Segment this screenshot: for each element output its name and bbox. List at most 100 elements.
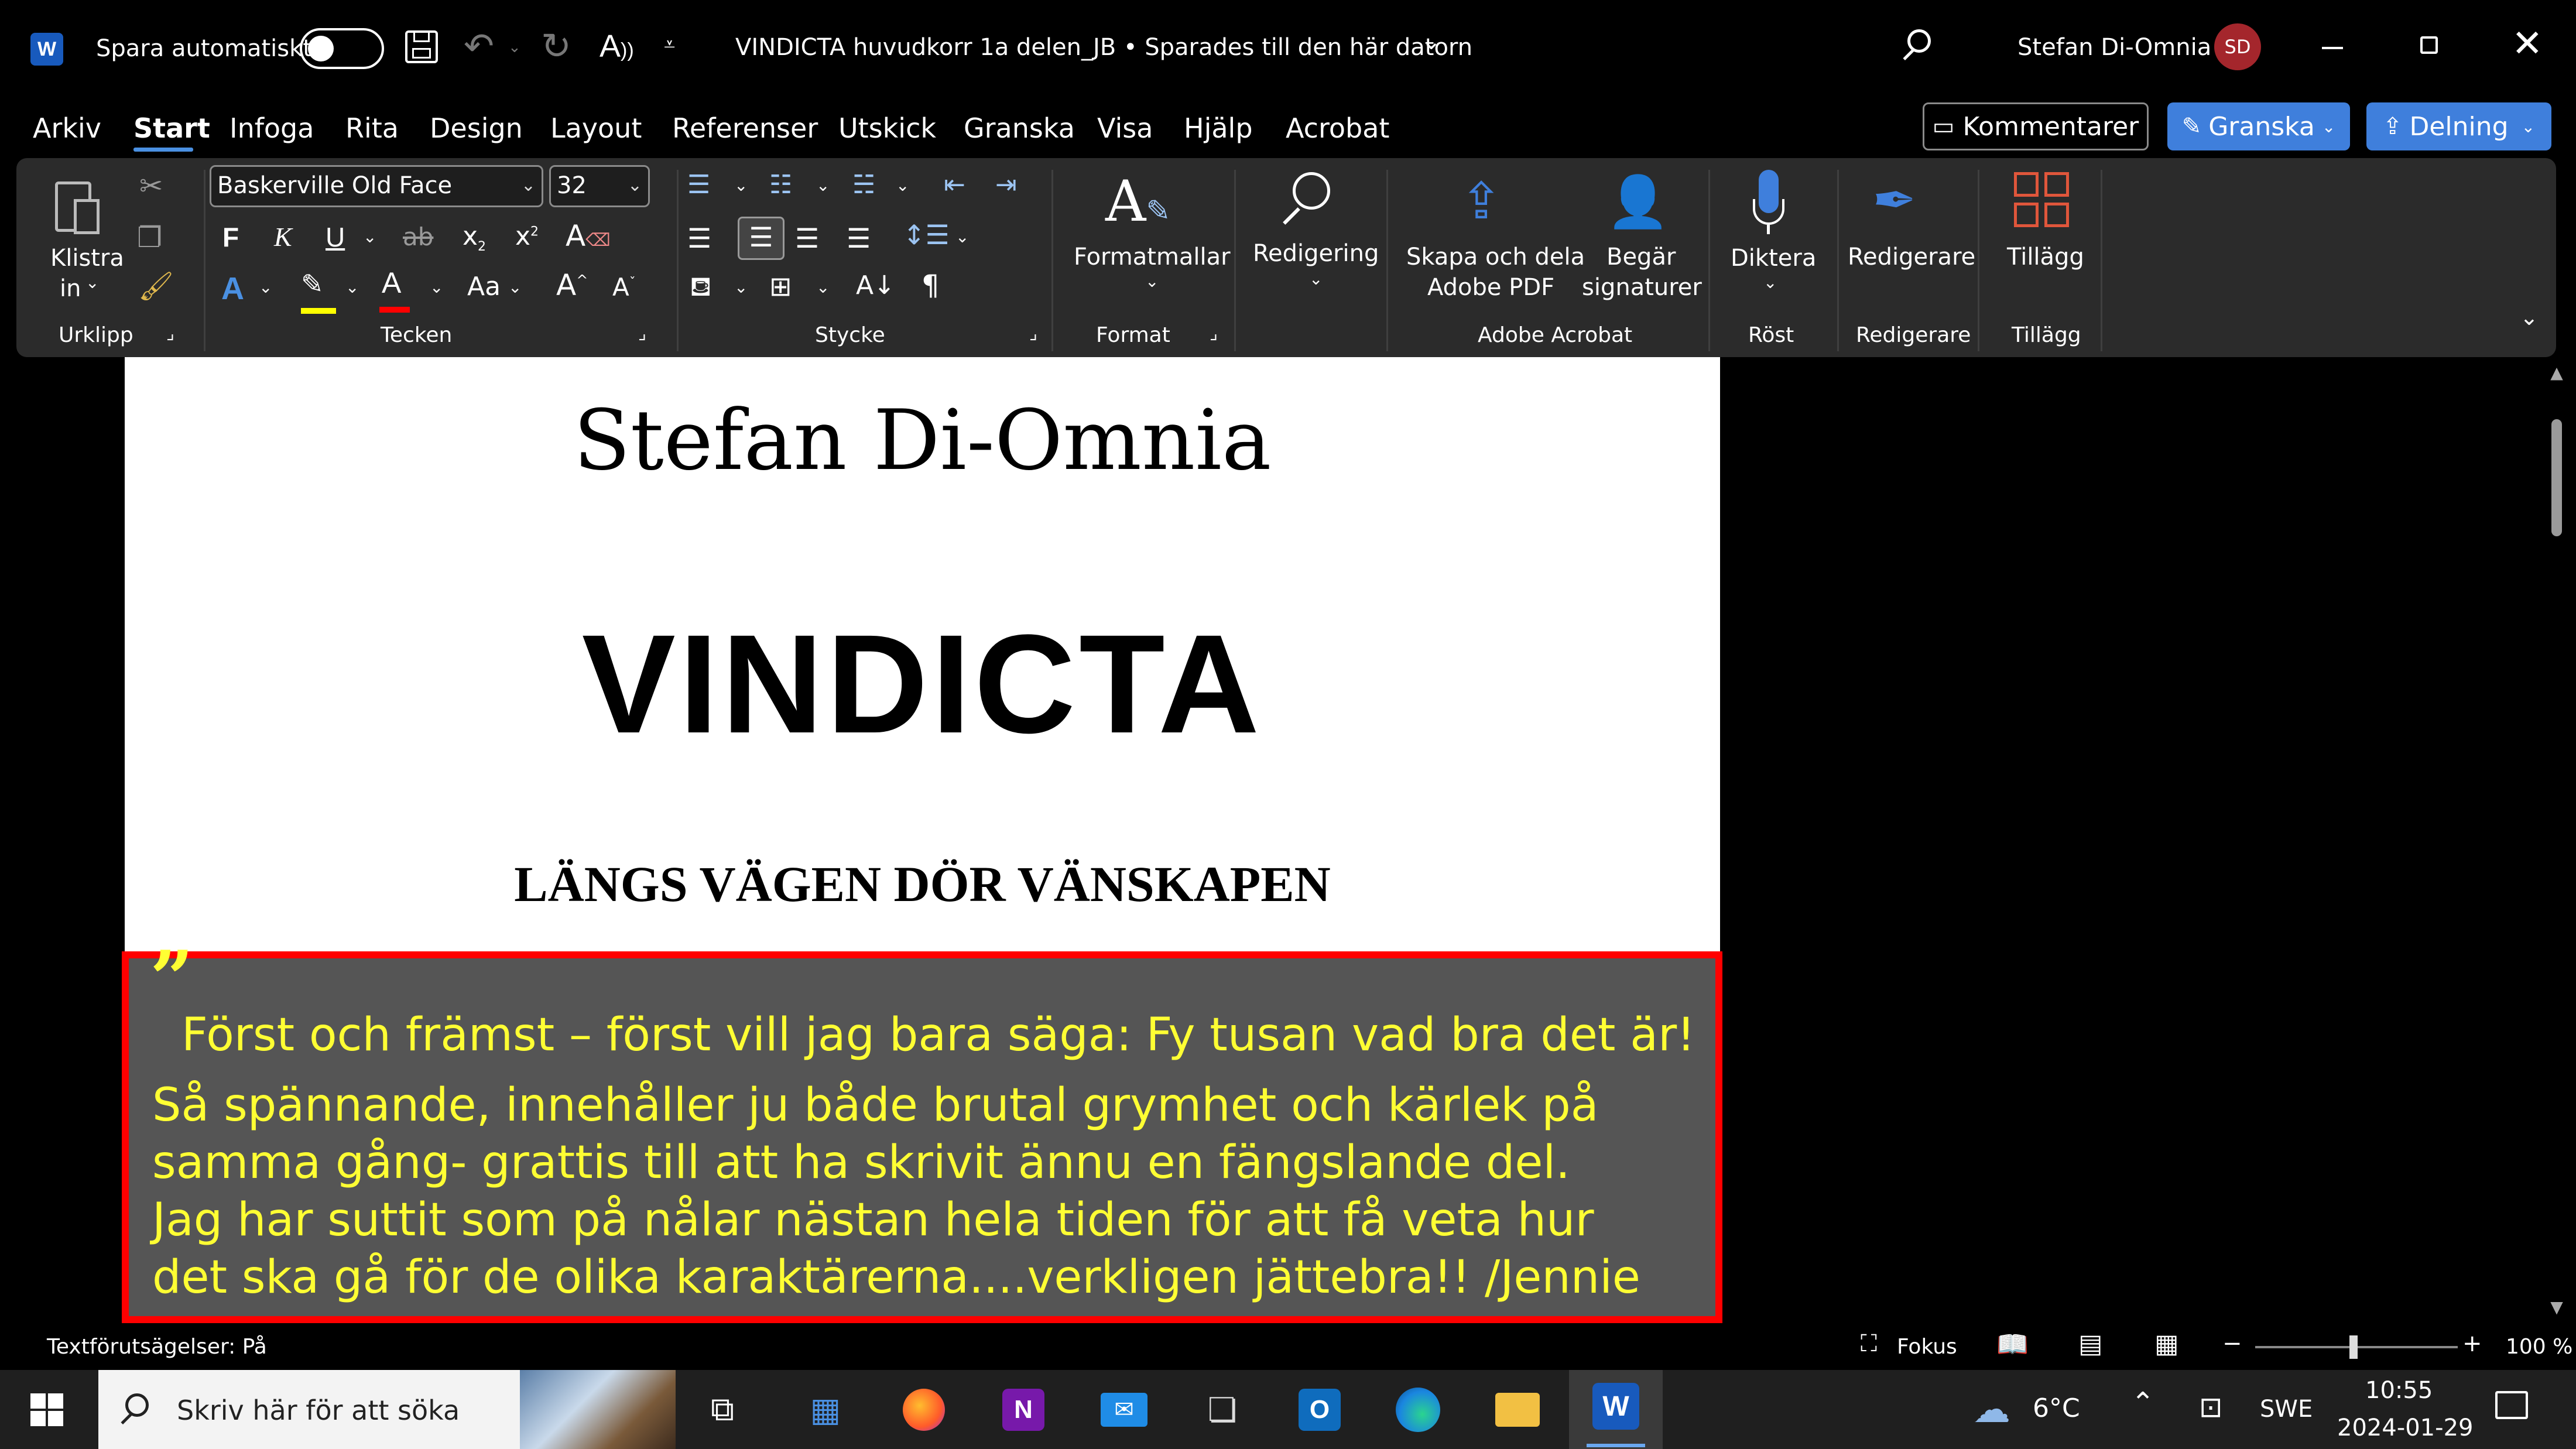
editor-icon[interactable]: ✒ [1872,170,1916,231]
autosave-toggle[interactable] [300,28,384,69]
align-center-icon[interactable]: ☰ [738,217,785,260]
user-name[interactable]: Stefan Di-Omnia [2017,34,2211,61]
chevron-down-icon[interactable]: ⌄ [508,39,521,56]
outlook-new-icon[interactable]: O [1292,1382,1348,1438]
text-predictions-status[interactable]: Textförutsägelser: På [47,1335,267,1359]
folder-icon[interactable] [1489,1382,1546,1438]
document-title-heading[interactable]: VINDICTA [125,603,1720,765]
cloud-icon[interactable]: ☁ [1964,1382,2020,1438]
multilevel-list-icon[interactable]: ☵ [852,170,875,200]
bullets-icon[interactable]: ☰ [687,170,710,200]
sort-icon[interactable]: A↓ [856,270,895,300]
grow-font-button[interactable]: A^ [556,268,588,302]
dialog-launcher-icon[interactable]: ⌟ [166,323,174,344]
vertical-scrollbar[interactable]: ▲ ▼ [2548,363,2565,1317]
chevron-down-icon[interactable]: ⌄ [430,278,443,297]
pilcrow-icon[interactable]: ¶ [922,269,940,302]
tab-design[interactable]: Design [430,112,523,144]
editor-label[interactable]: Redigerare [1848,244,1975,270]
tab-visa[interactable]: Visa [1097,112,1153,144]
word-taskbar-button[interactable]: W [1569,1370,1663,1449]
paste-icon[interactable] [53,173,100,238]
zoom-slider[interactable] [2255,1335,2458,1359]
decrease-indent-icon[interactable]: ⇤ [944,170,965,200]
scroll-down-icon[interactable]: ▼ [2548,1297,2565,1317]
request-signatures-label[interactable]: Begär [1606,244,1676,270]
windows-start-icon[interactable] [30,1393,64,1427]
comments-button[interactable]: ▭ Kommentarer [1923,102,2149,150]
tab-start[interactable]: Start [133,112,210,144]
shrink-font-button[interactable]: Aˇ [612,273,636,302]
dictate-label[interactable]: Diktera [1731,245,1816,272]
taskbar-search-box[interactable]: Skriv här för att söka [98,1370,676,1449]
onenote-icon[interactable]: N [995,1382,1051,1438]
styles-icon[interactable]: A✎ [1105,169,1170,234]
share-button[interactable]: ⇪ Delning ⌄ [2366,102,2551,150]
editing-label[interactable]: Redigering [1253,240,1379,267]
focus-icon[interactable]: ⛶ [1861,1330,1877,1357]
dialog-launcher-icon[interactable]: ⌟ [1210,323,1218,344]
font-name-select[interactable]: Baskerville Old Face ⌄ [210,165,543,207]
firefox-icon[interactable] [896,1382,952,1438]
subscript-button[interactable]: x2 [463,221,486,254]
superscript-button[interactable]: x2 [515,221,539,251]
highlight-icon[interactable]: ✎ [301,268,336,314]
align-left-icon[interactable]: ☰ [687,222,711,254]
customize-toolbar-icon[interactable]: ⩡ [664,33,675,56]
chevron-down-icon[interactable]: ⌄ [1763,273,1777,292]
chevron-down-icon[interactable]: ⌄ [1145,272,1159,291]
paste-label[interactable]: Klistra [50,245,124,272]
zoom-in-icon[interactable]: + [2462,1330,2482,1357]
dialog-launcher-icon[interactable]: ⌟ [1029,323,1037,344]
weather-temperature[interactable]: 6°C [2033,1393,2080,1423]
chevron-down-icon[interactable]: ⌄ [816,176,830,195]
chevron-down-icon[interactable]: ⌄ [345,278,359,297]
word-icon[interactable]: W [30,33,63,66]
font-color-icon[interactable]: A [379,266,410,313]
read-mode-icon[interactable]: 📖 [1996,1329,2029,1359]
scroll-thumb[interactable] [2551,419,2562,536]
search-icon[interactable] [1903,29,1931,61]
justify-icon[interactable]: ☰ [847,222,871,254]
tab-infoga[interactable]: Infoga [229,112,314,144]
clear-formatting-icon[interactable]: A⌫ [566,219,611,253]
collapse-ribbon-icon[interactable]: ⌄ [2520,304,2539,330]
request-signatures-label-2[interactable]: signaturer [1582,274,1702,301]
underline-button[interactable]: U [326,221,345,253]
create-pdf-label-2[interactable]: Adobe PDF [1427,274,1554,301]
tab-granska[interactable]: Granska [964,112,1075,144]
scroll-up-icon[interactable]: ▲ [2548,363,2565,382]
save-icon[interactable] [405,30,438,63]
chevron-down-icon[interactable]: ⌄ [508,278,522,297]
read-aloud-icon[interactable]: A)) [600,28,634,64]
clock-time[interactable]: 10:55 [2365,1377,2433,1404]
clock-date[interactable]: 2024-01-29 [2337,1414,2473,1441]
italic-button[interactable]: K [274,221,292,252]
document-author[interactable]: Stefan Di-Omnia [125,392,1720,489]
format-painter-icon[interactable]: 🖌 [138,269,174,303]
shading-icon[interactable]: ⛾ [690,270,712,306]
mail-icon[interactable]: ✉ [1096,1382,1152,1438]
create-pdf-icon[interactable]: ⇪ [1460,172,1502,231]
tab-hjalp[interactable]: Hjälp [1184,112,1253,144]
undo-icon[interactable]: ↶ [464,25,494,67]
increase-indent-icon[interactable]: ⇥ [995,170,1017,200]
copy-icon[interactable]: ❐ [137,221,162,254]
zoom-out-icon[interactable]: − [2222,1330,2242,1357]
search-icon[interactable] [1283,172,1330,225]
chevron-down-icon[interactable]: ⌄ [259,278,272,297]
avatar[interactable]: SD [2214,23,2261,70]
chevron-down-icon[interactable]: ⌄ [363,227,376,246]
text-effects-icon[interactable]: A [221,270,244,307]
tab-utskick[interactable]: Utskick [838,112,936,144]
chevron-down-icon[interactable]: ⌄ [896,176,909,195]
tab-layout[interactable]: Layout [550,112,642,144]
tab-arkiv[interactable]: Arkiv [33,112,101,144]
minimize-icon[interactable] [2322,47,2343,49]
chevron-down-icon[interactable]: ⌄ [85,273,99,292]
chevron-down-icon[interactable]: ⌄ [734,278,748,297]
borders-icon[interactable]: ⊞ [769,270,792,302]
numbering-icon[interactable]: ☷ [769,170,792,200]
chevron-down-icon[interactable]: ⌄ [1309,269,1323,289]
chevron-down-icon[interactable]: ⌄ [1421,28,1441,55]
